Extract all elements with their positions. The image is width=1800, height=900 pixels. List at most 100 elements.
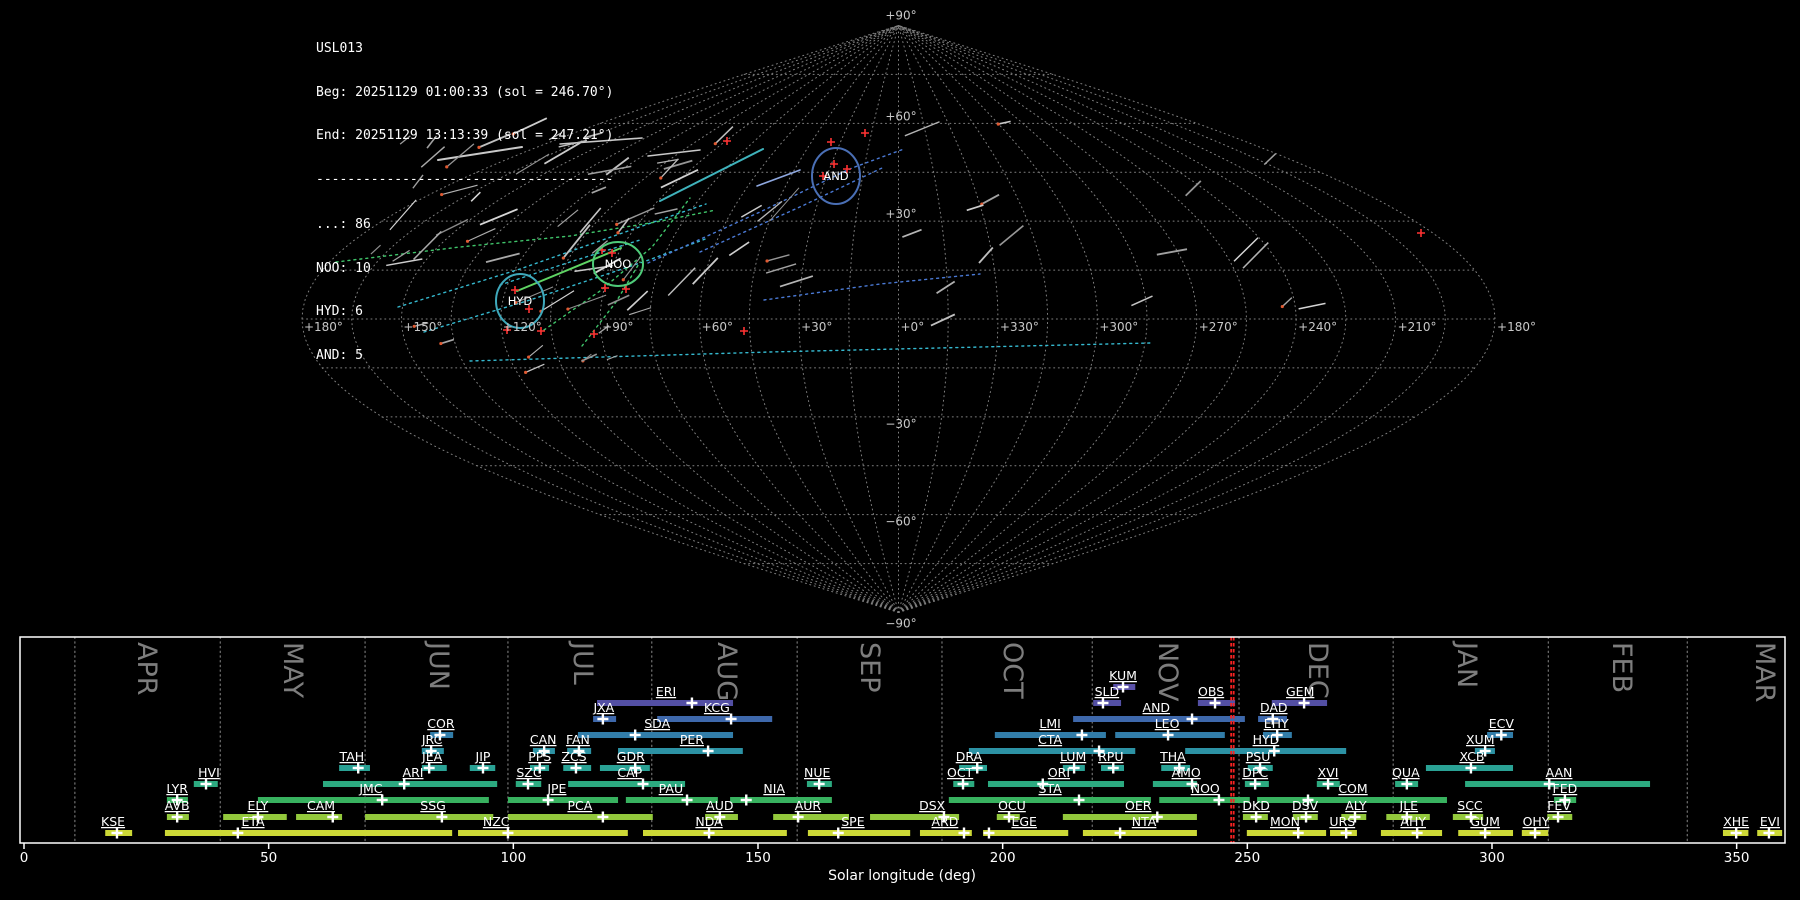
shower-label-aly: ALY (1345, 798, 1367, 813)
end-time: End: 20251129 13:13:39 (sol = 247.21°) (316, 128, 614, 143)
peak-cross-nda (703, 827, 715, 839)
peak-cross-hvi (200, 778, 212, 790)
shower-bar-nzc (458, 830, 628, 836)
shower-bar-nta (1082, 830, 1197, 836)
peak-cross-kcg (725, 713, 737, 725)
shower-label-cor: COR (427, 716, 455, 731)
shower-label-ely: ELY (247, 798, 268, 813)
peak-cross-and (1186, 713, 1198, 725)
shower-label-lyr: LYR (166, 781, 188, 796)
shower-label-lmi: LMI (1039, 716, 1060, 731)
peak-cross-pca (597, 811, 609, 823)
shower-label-ohy: OHY (1523, 814, 1550, 829)
shower-label-ssg: SSG (420, 798, 446, 813)
month-label-apr: APR (131, 642, 162, 696)
radiant-plus-marker (827, 138, 835, 146)
shower-label-oct: OCT (947, 765, 974, 780)
peak-cross-cam (327, 811, 339, 823)
meteor-trail (1298, 302, 1326, 310)
trail-begin-dot (615, 222, 619, 226)
x-tick-label: 150 (745, 850, 771, 866)
shower-bar-sta (948, 797, 1151, 803)
peak-cross-ssg (436, 811, 448, 823)
shower-label-jpe: JPE (546, 781, 566, 796)
peak-cross-sta (1073, 794, 1085, 806)
shower-label-ocu: OCU (998, 798, 1026, 813)
shower-label-cta: CTA (1038, 732, 1062, 747)
peak-cross-zcs (570, 762, 582, 774)
peak-cross-xcb (1465, 762, 1477, 774)
x-tick-label: 50 (260, 850, 277, 866)
peak-cross-cap (637, 778, 649, 790)
shower-label-dsv: DSV (1292, 798, 1319, 813)
peak-cross-jpe (542, 794, 554, 806)
shower-label-psu: PSU (1246, 749, 1271, 764)
peak-cross-lmi (1076, 729, 1088, 741)
peak-cross-obs (1209, 697, 1221, 709)
shower-label-sda: SDA (644, 716, 670, 731)
lon-label: +0° (901, 320, 925, 334)
peak-cross-ard (958, 827, 970, 839)
month-label-jan: JAN (1451, 640, 1482, 688)
shower-label-noo: NOO (1191, 781, 1220, 796)
shower-label-sld: SLD (1095, 684, 1120, 699)
shower-bar-ssg (365, 814, 494, 820)
meteor-trail (998, 120, 1011, 125)
lat-label: +90° (885, 9, 916, 23)
peak-cross-ecv (1495, 729, 1507, 741)
peak-cross-fev (1552, 811, 1564, 823)
peak-cross-mon (1292, 827, 1304, 839)
shower-label-sta: STA (1039, 781, 1063, 796)
shower-label-dra: DRA (956, 749, 983, 764)
meteor-trail (1156, 248, 1188, 256)
peak-cross-kse (111, 827, 123, 839)
shower-label-kcg: KCG (704, 700, 730, 715)
shower-label-xhe: XHE (1723, 814, 1749, 829)
shower-label-fed: FED (1553, 781, 1578, 796)
count-and: AND: 5 (316, 347, 363, 363)
shower-label-kse: KSE (101, 814, 125, 829)
radiant-plus-marker (1417, 229, 1425, 237)
shower-bar-jpe (507, 797, 619, 803)
meteor-trail (902, 228, 922, 238)
shower-label-nda: NDA (695, 814, 723, 829)
trail-begin-dot (616, 231, 620, 235)
shower-label-eri: ERI (656, 684, 676, 699)
peak-cross-ohy (1529, 827, 1541, 839)
shower-label-qua: QUA (1392, 765, 1420, 780)
trail-begin-dot (659, 176, 663, 180)
shower-label-evi: EVI (1760, 814, 1780, 829)
shower-label-xvi: XVI (1318, 765, 1339, 780)
meteor-trail (1185, 180, 1202, 197)
shower-label-dpc: DPC (1242, 765, 1268, 780)
peak-cross-nia (740, 794, 752, 806)
peak-cross-dpc (1249, 778, 1261, 790)
shower-bar-ege (983, 830, 1069, 836)
peak-cross-noo (1213, 794, 1225, 806)
lon-label: +180° (1497, 320, 1536, 334)
shower-label-ard: ARD (931, 814, 958, 829)
shower-label-jip: JIP (475, 749, 491, 764)
peak-cross-ege (983, 827, 995, 839)
trail-begin-dot (996, 122, 1000, 126)
peak-cross-sda (629, 729, 641, 741)
radiant-plus-marker (830, 160, 838, 168)
shower-label-tah: TAH (339, 749, 365, 764)
meteor-trail (667, 267, 696, 296)
month-label-feb: FEB (1606, 642, 1637, 693)
observation-header: USL013 Beg: 20251129 01:00:33 (sol = 246… (316, 13, 613, 378)
shower-label-fan: FAN (566, 732, 590, 747)
shower-label-avb: AVB (165, 798, 190, 813)
peak-cross-nta (1114, 827, 1126, 839)
meteor-trail (779, 275, 814, 288)
peak-cross-nue (813, 778, 825, 790)
separator: -------------------------------------- (316, 171, 614, 187)
count-sporadic: ...: 86 (316, 217, 371, 232)
shower-label-ori: ORI (1048, 765, 1070, 780)
meteor-trail (930, 313, 956, 327)
shower-label-jxa: JXA (592, 700, 614, 715)
shower-label-jrc: JRC (421, 732, 443, 747)
shower-bar-pau (625, 797, 718, 803)
month-label-nov: NOV (1152, 642, 1183, 702)
shower-label-ehy: EHY (1264, 716, 1289, 731)
